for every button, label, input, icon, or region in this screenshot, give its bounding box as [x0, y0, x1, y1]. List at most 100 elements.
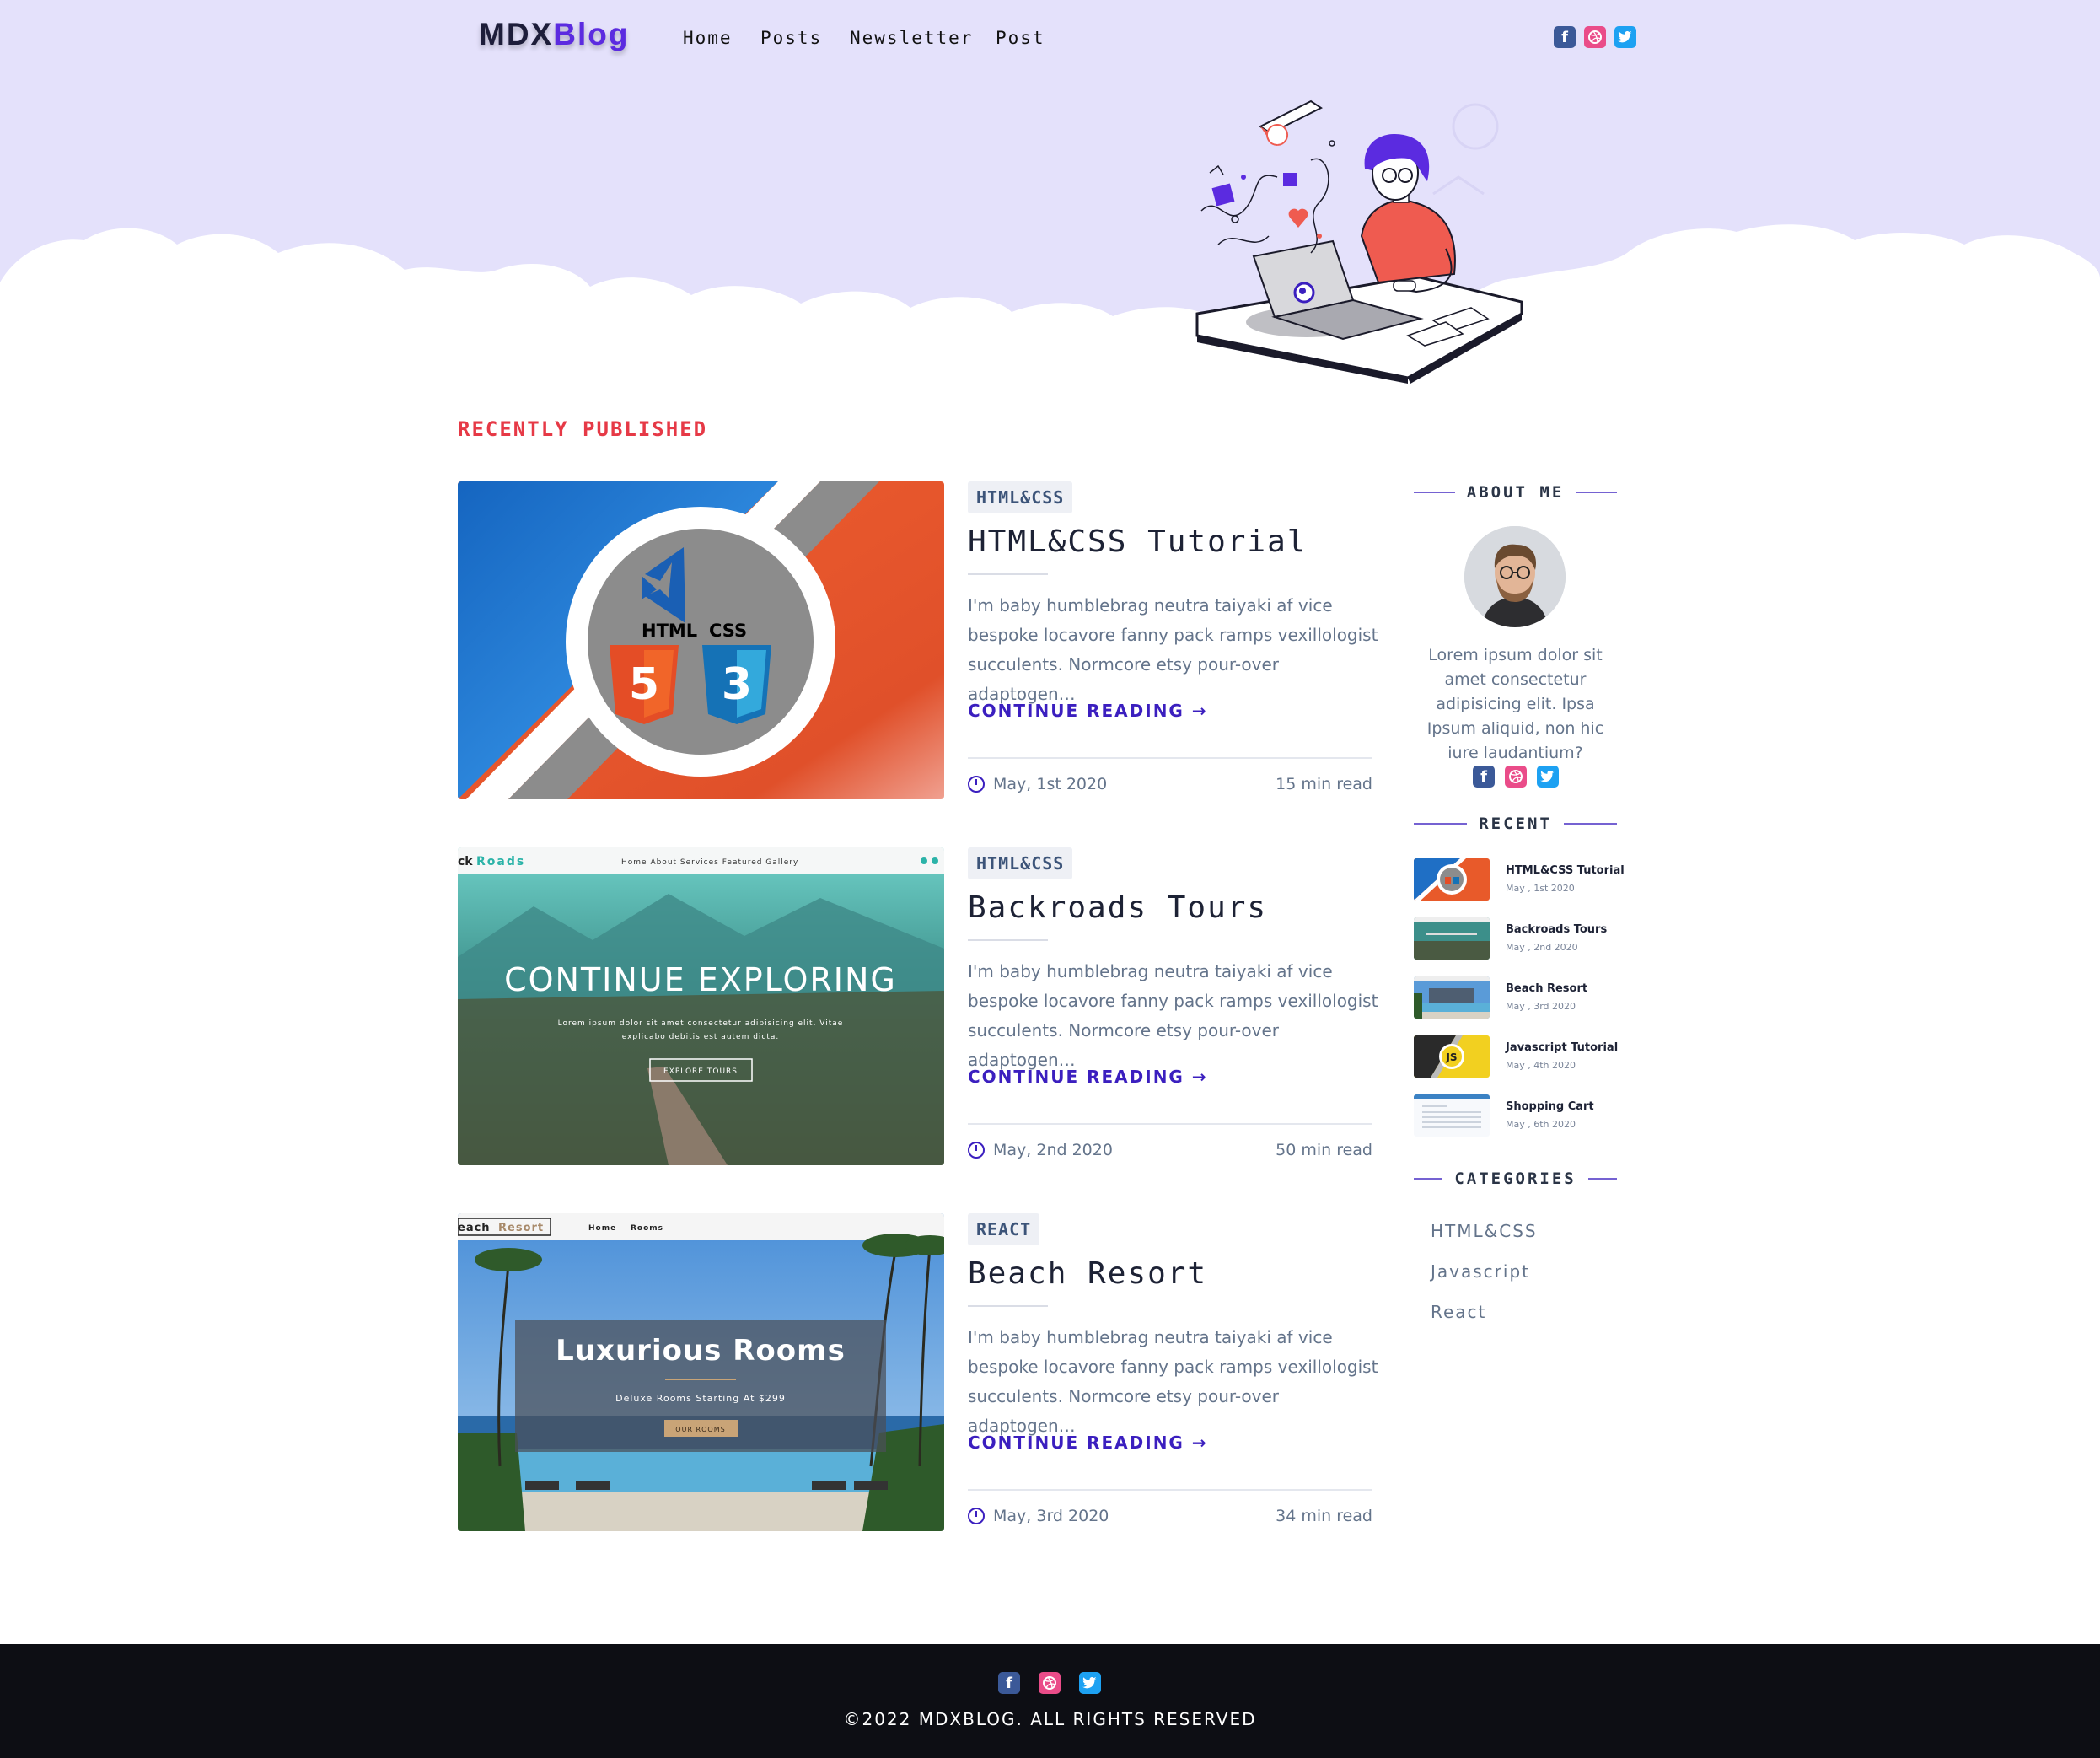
post-1-title[interactable]: HTML&CSS Tutorial — [968, 524, 1307, 559]
categories-title: CATEGORIES — [1454, 1169, 1576, 1188]
post-1-tag[interactable]: HTML&CSS — [968, 481, 1073, 513]
post-2-thumbnail[interactable]: ck Roads Home About Services Featured Ga… — [458, 847, 944, 1165]
mock-button: EXPLORE TOURS — [663, 1067, 738, 1076]
recent-item[interactable]: Shopping Cart May , 6th 2020 — [1414, 1094, 1620, 1138]
post-2-read-time: 50 min read — [1276, 1141, 1372, 1159]
recent-item[interactable]: Backroads Tours May , 2nd 2020 — [1414, 917, 1620, 961]
hero-background — [0, 0, 2100, 396]
about-heading: ABOUT ME — [1414, 483, 1618, 502]
post-2-continue-reading[interactable]: CONTINUE READING → — [968, 1067, 1208, 1087]
post-1-continue-reading[interactable]: CONTINUE READING → — [968, 701, 1208, 721]
nav-newsletter[interactable]: Newsletter — [850, 28, 973, 48]
clock-icon — [968, 1142, 985, 1159]
post-3-tag[interactable]: REACT — [968, 1213, 1040, 1245]
post-1-title-underline — [968, 573, 1048, 575]
css3-number: 3 — [722, 659, 752, 710]
recent-title-1: HTML&CSS Tutorial — [1506, 864, 1625, 877]
category-react[interactable]: React — [1431, 1302, 1486, 1322]
post-1-read-time: 15 min read — [1276, 775, 1372, 793]
brand-part-1: MDX — [479, 17, 554, 51]
arrow-right-icon: → — [1191, 1433, 1208, 1453]
dribbble-icon[interactable] — [1505, 766, 1527, 788]
recent-item[interactable]: Beach Resort May , 3rd 2020 — [1414, 976, 1620, 1020]
brand-part-2: Blog — [553, 17, 630, 51]
js-badge: JS — [1445, 1051, 1457, 1063]
nav-posts[interactable]: Posts — [760, 28, 822, 48]
recent-date-2: May , 2nd 2020 — [1506, 942, 1578, 953]
twitter-icon[interactable] — [1079, 1672, 1101, 1694]
category-javascript[interactable]: Javascript — [1431, 1261, 1530, 1282]
clock-icon — [968, 1508, 985, 1524]
html-label: HTML — [642, 621, 697, 641]
mock-sub-2: explicabo debitis est autem dicta. — [622, 1033, 780, 1041]
mock-brand-b: Roads — [476, 855, 525, 868]
facebook-icon[interactable]: f — [1554, 26, 1576, 48]
mock-button: OUR ROOMS — [675, 1426, 725, 1433]
section-title: RECENTLY PUBLISHED — [458, 417, 708, 441]
twitter-icon[interactable] — [1614, 26, 1636, 48]
arrow-right-icon: → — [1191, 1067, 1208, 1087]
nav-home[interactable]: Home — [683, 28, 733, 48]
mock-brand-a: ck — [458, 855, 473, 868]
about-text: Lorem ipsum dolor sit amet consectetur a… — [1426, 646, 1604, 762]
about-title: ABOUT ME — [1466, 483, 1565, 502]
dribbble-icon[interactable] — [1584, 26, 1606, 48]
recent-thumbnail — [1414, 976, 1490, 1019]
post-3-thumbnail[interactable]: each Resort Home Rooms Luxurious Rooms D… — [458, 1213, 944, 1531]
twitter-icon[interactable] — [1537, 766, 1559, 788]
recent-title-5: Shopping Cart — [1506, 1100, 1594, 1113]
arrow-right-icon: → — [1191, 701, 1208, 721]
recent-date-1: May , 1st 2020 — [1506, 883, 1575, 894]
post-3-title[interactable]: Beach Resort — [968, 1256, 1207, 1291]
categories-heading: CATEGORIES — [1414, 1169, 1618, 1188]
post-2-title-underline — [968, 939, 1048, 941]
recent-item[interactable]: HTML&CSS Tutorial May , 1st 2020 — [1414, 858, 1625, 902]
post-3-continue-reading[interactable]: CONTINUE READING → — [968, 1433, 1208, 1453]
post-3-excerpt: I'm baby humblebrag neutra taiyaki af vi… — [968, 1327, 1378, 1436]
recent-thumbnail — [1414, 1094, 1490, 1137]
mock-nav-rooms: Rooms — [631, 1224, 663, 1233]
recent-date-3: May , 3rd 2020 — [1506, 1001, 1576, 1012]
html5-number: 5 — [629, 659, 659, 710]
facebook-icon[interactable]: f — [1473, 766, 1495, 788]
recent-thumbnail — [1414, 917, 1490, 960]
category-html-css[interactable]: HTML&CSS — [1431, 1221, 1538, 1241]
facebook-icon[interactable]: f — [998, 1672, 1020, 1694]
post-2-meta: May, 2nd 2020 50 min read — [968, 1141, 1372, 1159]
mock-brand-a: each — [458, 1222, 491, 1234]
post-2-title[interactable]: Backroads Tours — [968, 890, 1267, 925]
avatar — [1464, 526, 1566, 627]
nav-post[interactable]: Post — [996, 28, 1045, 48]
header-social: f — [1554, 26, 1636, 48]
mock-headline: Luxurious Rooms — [556, 1334, 846, 1368]
recent-title-3: Beach Resort — [1506, 982, 1588, 995]
post-3-date: May, 3rd 2020 — [993, 1507, 1109, 1525]
dribbble-icon[interactable] — [1039, 1672, 1061, 1694]
post-3-divider — [968, 1489, 1372, 1491]
post-2-tag[interactable]: HTML&CSS — [968, 847, 1073, 879]
css-label: CSS — [709, 621, 747, 641]
post-2-excerpt: I'm baby humblebrag neutra taiyaki af vi… — [968, 961, 1378, 1070]
post-1-meta: May, 1st 2020 15 min read — [968, 775, 1372, 793]
recent-title: RECENT — [1479, 814, 1552, 833]
post-3-cta-label: CONTINUE READING — [968, 1433, 1184, 1453]
post-3-read-time: 34 min read — [1276, 1507, 1372, 1525]
copyright: ©2022 MDXBLOG. ALL RIGHTS RESERVED — [843, 1709, 1257, 1729]
post-1-excerpt: I'm baby humblebrag neutra taiyaki af vi… — [968, 595, 1378, 704]
footer — [0, 1644, 2100, 1758]
recent-title-4: Javascript Tutorial — [1506, 1041, 1619, 1054]
hero-illustration — [1195, 99, 1523, 384]
post-1-thumbnail[interactable]: HTML CSS 5 3 — [458, 481, 944, 799]
about-social: f — [1473, 766, 1559, 788]
post-3-title-underline — [968, 1305, 1048, 1307]
recent-thumbnail: JS — [1414, 1035, 1490, 1078]
recent-heading: RECENT — [1414, 814, 1618, 833]
post-1-cta-label: CONTINUE READING — [968, 701, 1184, 721]
recent-date-4: May , 4th 2020 — [1506, 1060, 1576, 1071]
post-2-cta-label: CONTINUE READING — [968, 1067, 1184, 1087]
brand-logo[interactable]: MDXBlog — [479, 17, 629, 52]
mock-nav-home: Home — [588, 1224, 616, 1233]
post-3-meta: May, 3rd 2020 34 min read — [968, 1507, 1372, 1525]
recent-item[interactable]: JS Javascript Tutorial May , 4th 2020 — [1414, 1035, 1620, 1079]
mock-sub: Deluxe Rooms Starting At $299 — [615, 1393, 786, 1404]
